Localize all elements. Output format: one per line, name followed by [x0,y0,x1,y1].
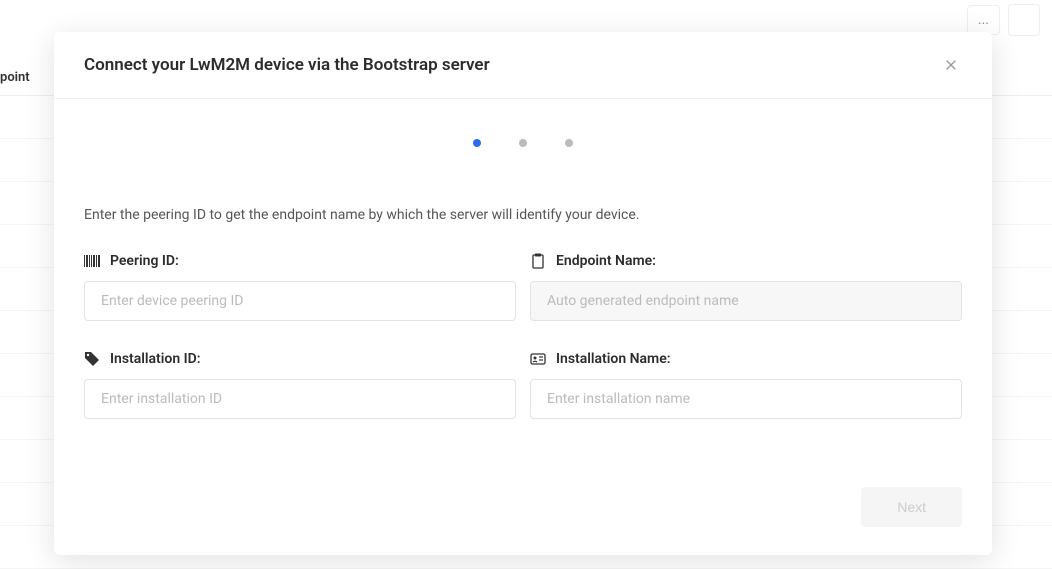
action-button[interactable] [1008,4,1040,36]
next-button[interactable]: Next [861,487,962,527]
close-button[interactable] [940,54,962,76]
clipboard-icon [530,253,546,269]
installation-name-label: Installation Name: [530,351,962,367]
modal-title: Connect your LwM2M device via the Bootst… [84,55,490,75]
endpoint-name-input [530,281,962,321]
modal-header: Connect your LwM2M device via the Bootst… [54,32,992,99]
step-dot-1[interactable] [473,139,481,147]
step-dot-2[interactable] [519,139,527,147]
bootstrap-modal: Connect your LwM2M device via the Bootst… [54,32,992,555]
close-icon [944,58,958,72]
endpoint-name-label: Endpoint Name: [530,253,962,269]
instruction-text: Enter the peering ID to get the endpoint… [84,207,962,223]
peering-id-label: Peering ID: [84,253,516,269]
more-options-button[interactable]: ... [967,5,1000,35]
peering-id-label-text: Peering ID: [110,253,179,269]
installation-name-input[interactable] [530,379,962,419]
id-card-icon [530,351,546,367]
installation-id-label: Installation ID: [84,351,516,367]
step-dot-3[interactable] [565,139,573,147]
barcode-icon [84,253,100,269]
installation-name-label-text: Installation Name: [556,351,671,367]
peering-id-input[interactable] [84,281,516,321]
endpoint-name-label-text: Endpoint Name: [556,253,656,269]
installation-id-input[interactable] [84,379,516,419]
installation-id-label-text: Installation ID: [110,351,201,367]
step-indicators [84,139,962,147]
tag-icon [84,351,100,367]
column-header-endpoint: point [0,70,30,85]
